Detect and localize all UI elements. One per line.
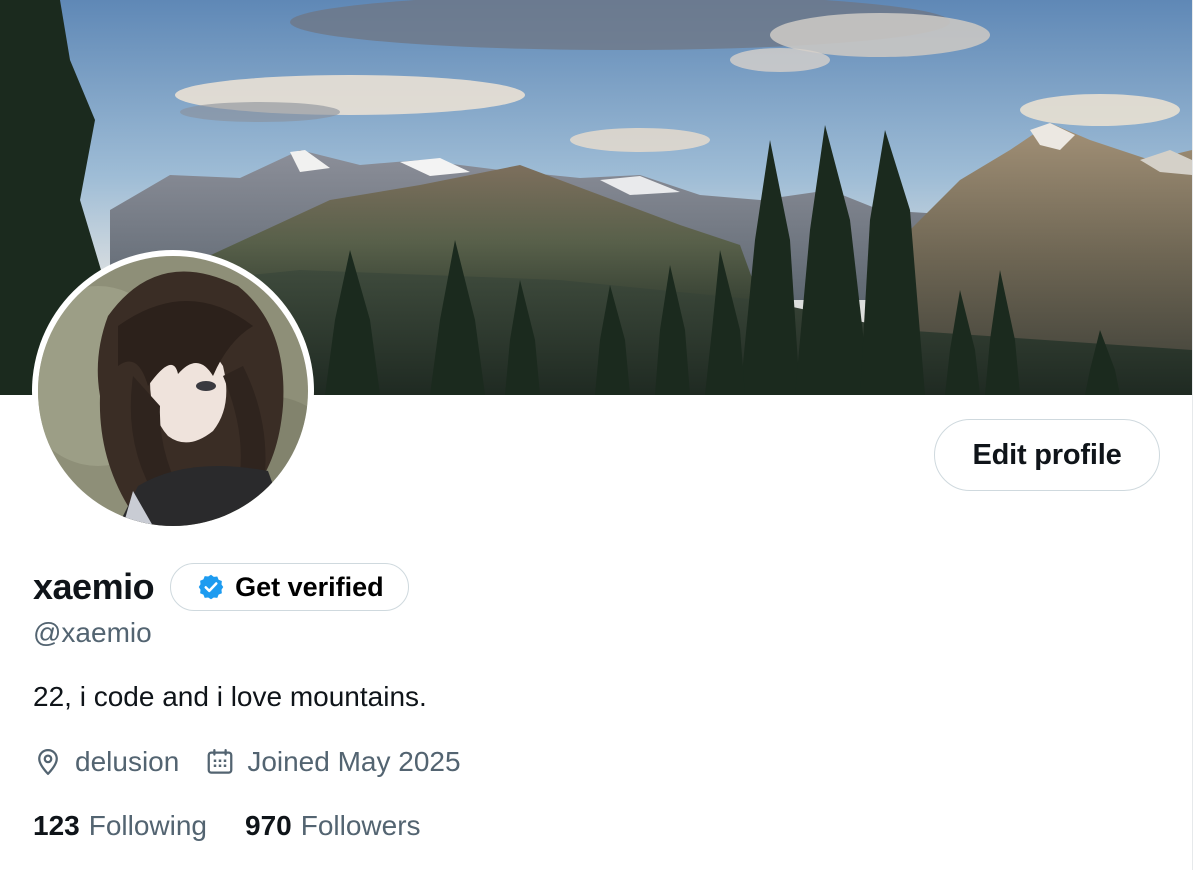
page-edge bbox=[1192, 0, 1200, 870]
join-date: Joined May 2025 bbox=[205, 746, 461, 778]
display-name: xaemio bbox=[33, 566, 155, 607]
following-link[interactable]: 123 Following bbox=[33, 810, 207, 842]
verified-badge-icon bbox=[197, 573, 225, 601]
get-verified-button[interactable]: Get verified bbox=[170, 563, 409, 611]
avatar-image bbox=[38, 256, 308, 526]
join-date-text: Joined May 2025 bbox=[247, 746, 461, 777]
location-text: delusion bbox=[75, 746, 180, 777]
get-verified-label: Get verified bbox=[235, 571, 384, 602]
avatar[interactable] bbox=[32, 250, 314, 532]
follow-stats: 123 Following 970 Followers bbox=[33, 806, 421, 846]
followers-label: Followers bbox=[300, 810, 421, 841]
name-row: xaemio Get verified bbox=[33, 562, 409, 612]
location: delusion bbox=[33, 746, 179, 778]
following-count: 123 bbox=[33, 810, 80, 841]
following-label: Following bbox=[88, 810, 207, 841]
profile-meta: delusion Joined May 2025 bbox=[33, 740, 461, 784]
edit-profile-button[interactable]: Edit profile bbox=[934, 419, 1160, 491]
location-pin-icon bbox=[33, 747, 63, 777]
followers-count: 970 bbox=[245, 810, 292, 841]
calendar-icon bbox=[205, 747, 235, 777]
handle: @xaemio bbox=[33, 617, 152, 648]
followers-link[interactable]: 970 Followers bbox=[245, 810, 421, 842]
bio: 22, i code and i love mountains. bbox=[33, 681, 427, 712]
profile-header: Edit profile xaemio Get verified @xaemio… bbox=[0, 0, 1200, 870]
